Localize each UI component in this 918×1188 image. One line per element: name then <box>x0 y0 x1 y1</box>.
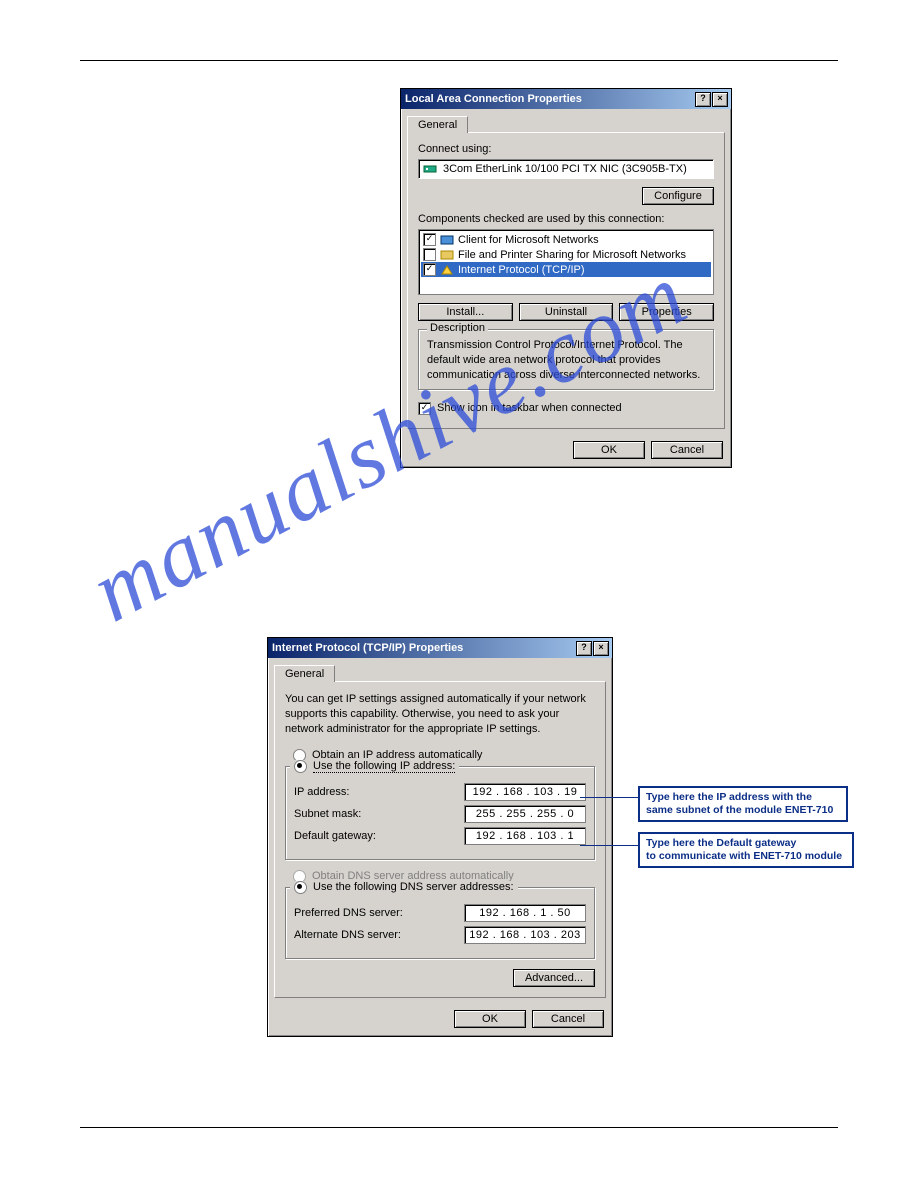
uninstall-button[interactable]: Uninstall <box>519 303 614 321</box>
ok-button[interactable]: OK <box>573 441 645 459</box>
static-ip-group: Use the following IP address: IP address… <box>285 766 595 860</box>
radio-static-ip[interactable] <box>294 760 307 773</box>
alternate-dns-label: Alternate DNS server: <box>294 929 414 941</box>
adapter-field: 3Com EtherLink 10/100 PCI TX NIC (3C905B… <box>418 159 714 179</box>
connect-using-label: Connect using: <box>418 143 714 155</box>
page-rule-top <box>80 60 838 61</box>
leader-line-gw <box>580 845 638 846</box>
show-icon-label: Show icon in taskbar when connected <box>437 402 622 414</box>
title-text: Local Area Connection Properties <box>405 93 582 105</box>
ok-button[interactable]: OK <box>454 1010 526 1028</box>
client-icon <box>440 234 454 246</box>
checkbox-icon[interactable]: ✓ <box>423 263 436 276</box>
radio-static-dns-label: Use the following DNS server addresses: <box>313 881 514 893</box>
radio-static-ip-label: Use the following IP address: <box>313 760 455 773</box>
tab-general[interactable]: General <box>274 665 335 682</box>
subnet-mask-input[interactable]: 255 . 255 . 255 . 0 <box>464 805 586 823</box>
checkbox-icon[interactable] <box>423 248 436 261</box>
list-item[interactable]: File and Printer Sharing for Microsoft N… <box>421 247 711 262</box>
dialog-tcpip-properties: Internet Protocol (TCP/IP) Properties ? … <box>267 637 613 1037</box>
callout-gateway: Type here the Default gateway to communi… <box>638 832 854 868</box>
ip-address-label: IP address: <box>294 786 414 798</box>
dialog-lan-properties: Local Area Connection Properties ? × Gen… <box>400 88 732 468</box>
ip-address-input[interactable]: 192 . 168 . 103 . 19 <box>464 783 586 801</box>
help-button[interactable]: ? <box>576 641 592 656</box>
item-label: File and Printer Sharing for Microsoft N… <box>458 249 686 261</box>
callout-gw-line2: to communicate with ENET-710 module <box>646 850 842 862</box>
properties-button[interactable]: Properties <box>619 303 714 321</box>
callout-ip: Type here the IP address with the same s… <box>638 786 848 822</box>
adapter-name: 3Com EtherLink 10/100 PCI TX NIC (3C905B… <box>443 163 687 175</box>
tab-general[interactable]: General <box>407 116 468 133</box>
callout-gw-line1: Type here the Default gateway <box>646 837 796 849</box>
item-label: Client for Microsoft Networks <box>458 234 599 246</box>
callout-ip-line2: same subnet of the module ENET-710 <box>646 804 833 816</box>
advanced-button[interactable]: Advanced... <box>513 969 595 987</box>
cancel-button[interactable]: Cancel <box>532 1010 604 1028</box>
show-icon-checkbox[interactable]: ✓ <box>418 402 431 415</box>
description-text: Transmission Control Protocol/Internet P… <box>427 338 705 383</box>
protocol-icon <box>440 264 454 276</box>
subnet-mask-label: Subnet mask: <box>294 808 414 820</box>
default-gateway-label: Default gateway: <box>294 830 414 842</box>
page-rule-bottom <box>80 1127 838 1128</box>
preferred-dns-input[interactable]: 192 . 168 . 1 . 50 <box>464 904 586 922</box>
checkbox-icon[interactable]: ✓ <box>423 233 436 246</box>
callout-ip-line1: Type here the IP address with the <box>646 791 812 803</box>
item-label: Internet Protocol (TCP/IP) <box>458 264 585 276</box>
components-label: Components checked are used by this conn… <box>418 213 714 225</box>
close-button[interactable]: × <box>712 92 728 107</box>
share-icon <box>440 249 454 261</box>
intro-text: You can get IP settings assigned automat… <box>285 692 595 737</box>
radio-static-dns[interactable] <box>294 881 307 894</box>
cancel-button[interactable]: Cancel <box>651 441 723 459</box>
components-listbox[interactable]: ✓ Client for Microsoft Networks File and… <box>418 229 714 295</box>
list-item[interactable]: ✓ Internet Protocol (TCP/IP) <box>421 262 711 277</box>
preferred-dns-label: Preferred DNS server: <box>294 907 414 919</box>
help-button[interactable]: ? <box>695 92 711 107</box>
leader-line-ip <box>580 797 638 798</box>
title-text: Internet Protocol (TCP/IP) Properties <box>272 642 463 654</box>
description-legend: Description <box>427 322 488 334</box>
default-gateway-input[interactable]: 192 . 168 . 103 . 1 <box>464 827 586 845</box>
close-button[interactable]: × <box>593 641 609 656</box>
list-item[interactable]: ✓ Client for Microsoft Networks <box>421 232 711 247</box>
nic-icon <box>423 163 437 175</box>
alternate-dns-input[interactable]: 192 . 168 . 103 . 203 <box>464 926 586 944</box>
configure-button[interactable]: Configure <box>642 187 714 205</box>
tabpanel-general: Connect using: 3Com EtherLink 10/100 PCI… <box>407 132 725 429</box>
titlebar: Local Area Connection Properties ? × <box>401 89 731 109</box>
static-dns-group: Use the following DNS server addresses: … <box>285 887 595 959</box>
titlebar: Internet Protocol (TCP/IP) Properties ? … <box>268 638 612 658</box>
tabpanel-general: You can get IP settings assigned automat… <box>274 681 606 998</box>
description-group: Description Transmission Control Protoco… <box>418 329 714 390</box>
install-button[interactable]: Install... <box>418 303 513 321</box>
